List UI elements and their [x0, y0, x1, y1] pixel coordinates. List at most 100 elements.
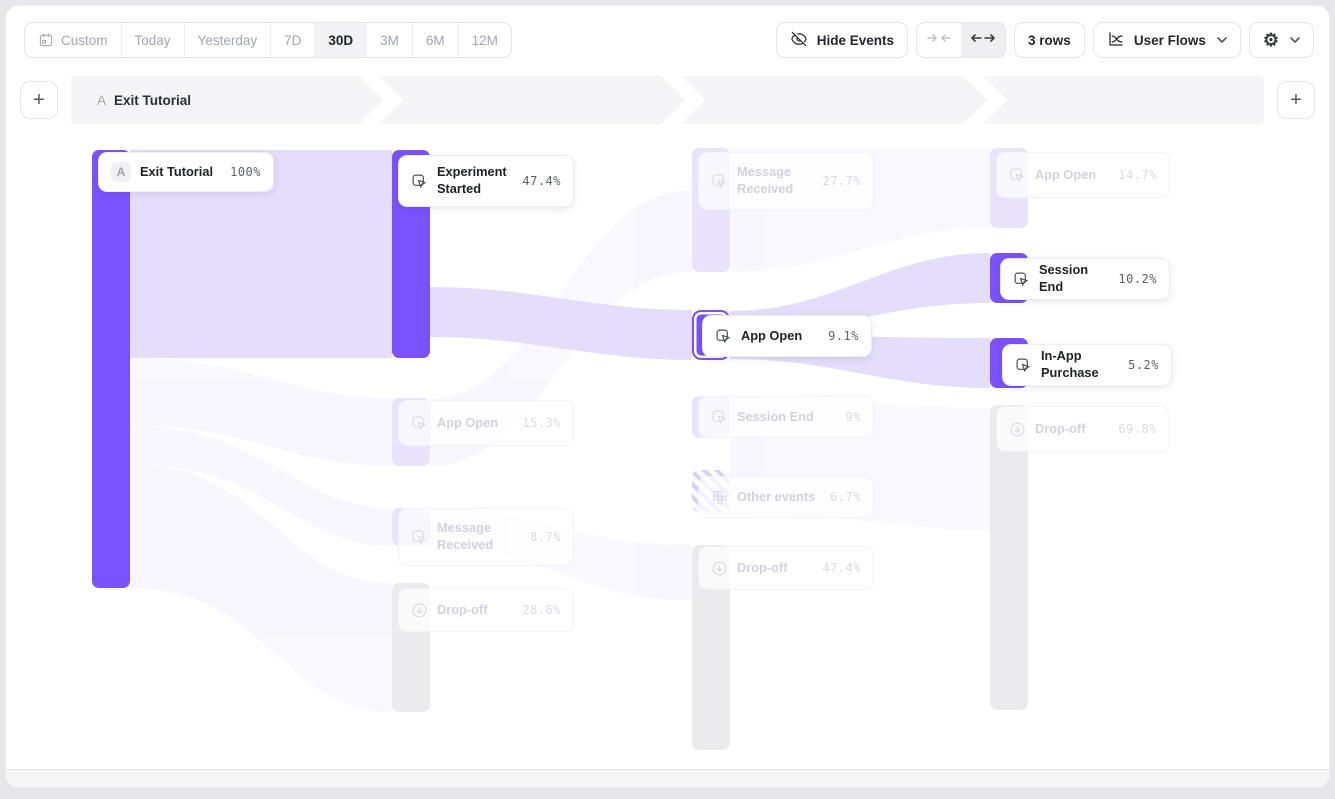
node-label: Other events: [737, 489, 821, 506]
add-step-left-button[interactable]: +: [20, 81, 58, 119]
toolbar-right-group: Hide Events: [776, 22, 1314, 58]
node-percentage: 69.8%: [1118, 422, 1157, 436]
node-percentage: 6.7%: [830, 490, 861, 504]
node-label: Session End: [1039, 262, 1109, 295]
node-percentage: 8.7%: [530, 530, 561, 544]
drop-off-icon: [1009, 421, 1026, 438]
step-badge: A: [111, 162, 131, 182]
view-type-label: User Flows: [1134, 33, 1206, 48]
date-range-3m[interactable]: 3M: [366, 23, 412, 57]
node-percentage: 100%: [230, 165, 261, 179]
node-percentage: 47.4%: [822, 561, 861, 575]
view-type-dropdown[interactable]: User Flows: [1093, 22, 1241, 58]
node-percentage: 14.7%: [1118, 168, 1157, 182]
event-icon: [1013, 271, 1030, 288]
toolbar: Custom Today Yesterday 7D 30D 3M 6M 12M Hide Ev…: [6, 6, 1329, 58]
node-label: Message Received: [737, 164, 813, 197]
node-percentage: 15.3%: [522, 416, 561, 430]
date-range-12m[interactable]: 12M: [458, 23, 511, 57]
footer-bar: [6, 769, 1329, 787]
node-label: In-App Purchase: [1041, 348, 1119, 381]
node-card-message-received-3[interactable]: Message Received 27.7%: [698, 152, 874, 210]
event-icon: [1015, 357, 1032, 374]
step-name: Exit Tutorial: [114, 93, 191, 108]
date-range-label: Yesterday: [198, 33, 258, 48]
node-label: Experiment Started: [437, 164, 513, 197]
date-range-yesterday[interactable]: Yesterday: [184, 23, 271, 57]
event-icon: [1009, 167, 1026, 184]
node-label: App Open: [741, 328, 819, 345]
chevron-down-icon: [1290, 37, 1300, 43]
node-percentage: 47.4%: [522, 174, 561, 188]
node-card-session-end-4[interactable]: Session End 10.2%: [1000, 258, 1170, 300]
date-range-30d[interactable]: 30D: [314, 23, 366, 57]
date-range-label: 7D: [284, 33, 301, 48]
node-label: App Open: [437, 415, 513, 432]
node-card-message-received-2[interactable]: Message Received 8.7%: [398, 508, 574, 566]
event-icon: [411, 529, 428, 546]
node-card-drop-off-3[interactable]: Drop-off 47.4%: [698, 546, 874, 590]
event-icon: [411, 415, 428, 432]
node-label: Drop-off: [1035, 421, 1109, 438]
calendar-icon: [38, 32, 54, 48]
node-card-app-open-4[interactable]: App Open 14.7%: [996, 152, 1170, 198]
date-range-7d[interactable]: 7D: [270, 23, 314, 57]
gear-icon: ⚙: [1263, 31, 1279, 49]
node-percentage: 10.2%: [1118, 272, 1157, 286]
node-bar-exit-tutorial[interactable]: [92, 150, 130, 588]
node-card-app-open-3[interactable]: App Open 9.1%: [702, 315, 872, 357]
node-percentage: 9%: [846, 410, 861, 424]
step-a-label: A Exit Tutorial: [97, 76, 191, 124]
node-label: Session End: [737, 409, 837, 426]
event-icon: [715, 328, 732, 345]
date-range-label: 12M: [472, 33, 498, 48]
node-label: Message Received: [437, 520, 521, 553]
event-icon: [411, 173, 428, 190]
node-label: Exit Tutorial: [140, 164, 221, 181]
date-range-control: Custom Today Yesterday 7D 30D 3M 6M 12M: [24, 22, 512, 58]
steps-bar[interactable]: A Exit Tutorial: [71, 76, 1264, 124]
event-icon: [711, 173, 728, 190]
node-percentage: 28.6%: [522, 603, 561, 617]
steps-chevron-bar: [71, 76, 1264, 124]
hide-events-button[interactable]: Hide Events: [776, 22, 908, 58]
date-range-label: 30D: [328, 33, 353, 48]
grid-icon: [711, 489, 728, 506]
node-card-drop-off-4[interactable]: Drop-off 69.8%: [996, 406, 1170, 452]
node-percentage: 27.7%: [822, 174, 861, 188]
node-card-drop-off-2[interactable]: Drop-off28.6%: [398, 588, 574, 632]
settings-dropdown[interactable]: ⚙: [1249, 22, 1314, 58]
event-icon: [711, 409, 728, 426]
collapse-columns-button[interactable]: [917, 23, 961, 57]
node-label: Drop-off: [737, 560, 813, 577]
node-percentage: 9.1%: [828, 329, 859, 343]
node-card-other-events-3[interactable]: Other events 6.7%: [698, 476, 874, 518]
node-percentage: 5.2%: [1128, 358, 1159, 372]
date-range-label: Today: [135, 33, 171, 48]
hide-events-label: Hide Events: [817, 33, 894, 48]
step-badge: A: [97, 93, 106, 108]
node-card-exit-tutorial[interactable]: A Exit Tutorial 100%: [98, 152, 274, 192]
drop-off-icon: [711, 560, 728, 577]
add-step-right-button[interactable]: +: [1277, 81, 1315, 119]
date-range-custom[interactable]: Custom: [25, 23, 121, 57]
date-range-6m[interactable]: 6M: [412, 23, 458, 57]
expand-columns-button[interactable]: [961, 23, 1005, 57]
arrows-inward-icon: [927, 31, 951, 49]
rows-label: 3 rows: [1028, 33, 1071, 48]
flow-steps-header: + A Exit Tutorial +: [6, 76, 1329, 124]
date-range-today[interactable]: Today: [121, 23, 184, 57]
node-card-experiment-started[interactable]: Experiment Started 47.4%: [398, 155, 574, 207]
collapse-expand-control: [916, 22, 1006, 58]
node-card-session-end-3[interactable]: Session End 9%: [698, 396, 874, 438]
user-flows-icon: [1107, 30, 1125, 51]
chevron-down-icon: [1217, 37, 1227, 43]
drop-off-icon: [411, 602, 428, 619]
eye-off-icon: [790, 30, 808, 51]
date-range-label: 3M: [380, 33, 399, 48]
node-label: App Open: [1035, 167, 1109, 184]
node-card-app-open-2[interactable]: App Open 15.3%: [398, 400, 574, 446]
node-card-in-app-purchase-4[interactable]: In-App Purchase 5.2%: [1002, 344, 1172, 386]
date-range-label: 6M: [426, 33, 445, 48]
rows-button[interactable]: 3 rows: [1014, 22, 1085, 58]
